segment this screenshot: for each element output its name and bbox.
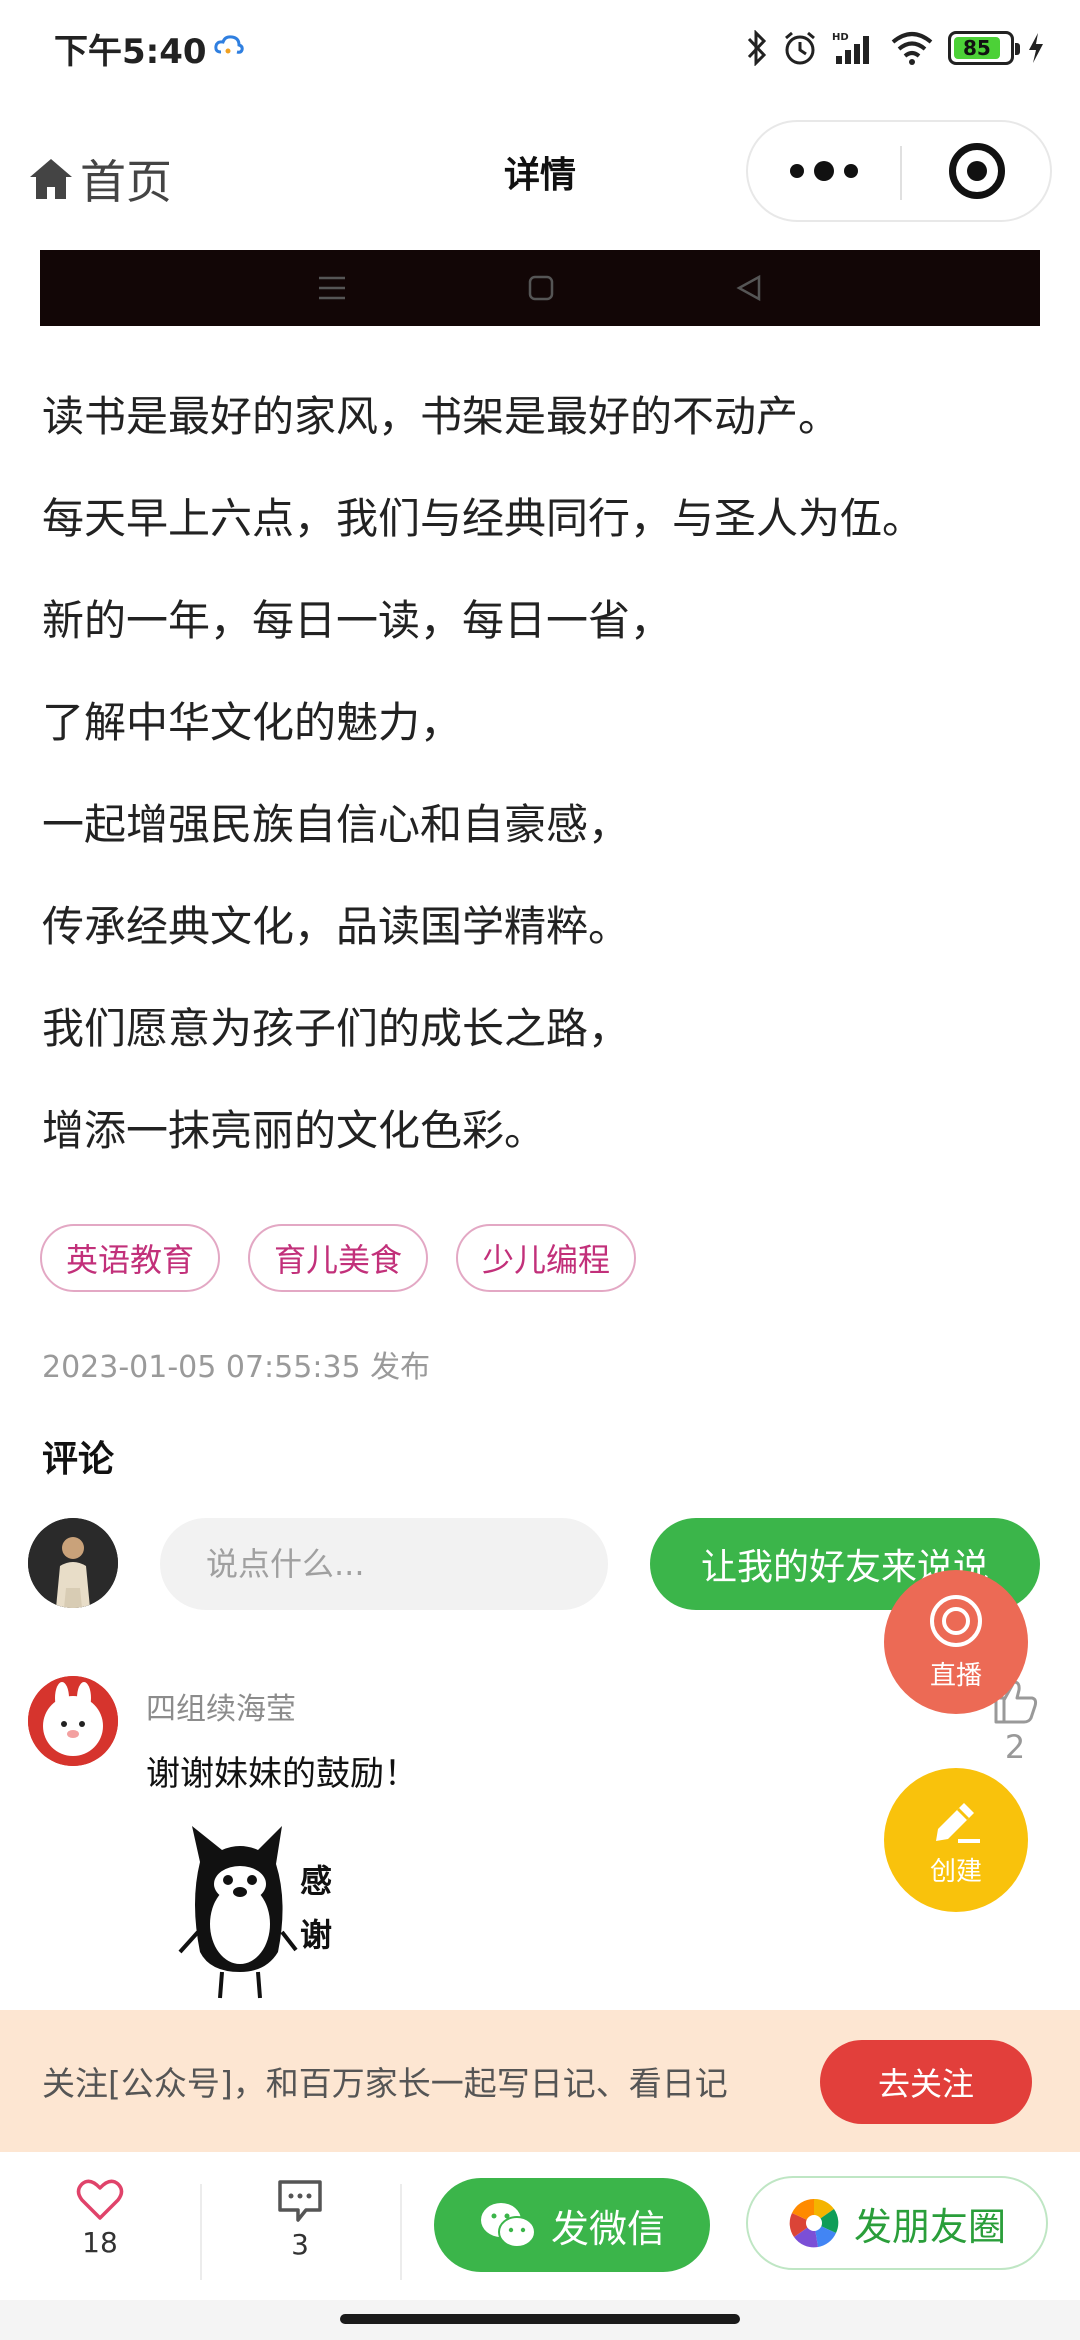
article-line: 每天早上六点，我们与经典同行，与圣人为伍。 [42,494,925,543]
share-moments-button[interactable]: 发朋友圈 [746,2176,1048,2270]
comment-button[interactable]: 3 [240,2178,360,2261]
moments-icon [789,2198,839,2248]
article-line: 增添一抹亮丽的文化色彩。 [42,1106,547,1155]
divider [400,2184,402,2280]
status-bar: 下午5:40 HD 85 [0,0,1080,96]
comment-author[interactable]: 四组续海莹 [146,1684,296,1728]
live-label: 直播 [929,1660,982,1691]
divider [200,2184,202,2280]
tag-english-education[interactable]: 英语教育 [40,1224,221,1292]
heart-icon [76,2179,124,2220]
follow-banner: 关注[公众号]，和百万家长一起写日记、看日记 去关注 [0,2010,1080,2152]
more-icon [790,164,804,178]
wechat-icon [480,2203,536,2248]
status-icons: HD 85 [746,26,1044,70]
article-line: 读书是最好的家风，书架是最好的不动产。 [42,392,841,441]
article-line: 一起增强民族自信心和自豪感， [42,800,631,849]
tag-parenting-food[interactable]: 育儿美食 [248,1224,429,1292]
tag-kids-coding[interactable]: 少儿编程 [456,1224,637,1292]
back-triangle-icon [736,274,761,302]
article-line: 传承经典文化，品读国学精粹。 [42,902,631,951]
bluetooth-icon [747,30,767,66]
comment-input[interactable] [160,1518,608,1610]
comment-icon [278,2180,322,2222]
live-button[interactable]: 直播 [884,1570,1028,1714]
commenter-avatar [28,1676,118,1766]
live-icon [930,1594,982,1647]
more-menu-button[interactable] [748,122,900,220]
wifi-icon [891,32,933,65]
thanks-sticker: 感 谢 [178,1826,332,1999]
comment-text: 谢谢妹妹的鼓励！ [146,1754,418,1794]
follow-text: 关注[公众号]，和百万家长一起写日记、看日记 [42,2064,728,2103]
battery-icon: 85 [948,31,1020,65]
pencil-icon [936,1802,980,1843]
comment-like-count: 2 [1004,1728,1026,1766]
create-button[interactable]: 创建 [884,1768,1028,1912]
article-line: 我们愿意为孩子们的成长之路， [42,1004,631,1053]
signal-icon: HD [832,32,869,64]
share-wechat-label: 发微信 [550,2206,665,2251]
square-icon [528,275,554,301]
status-time: 下午5:40 [54,32,207,72]
target-icon [949,143,1005,199]
close-mini-program-button[interactable] [902,122,1052,220]
comment-count: 3 [291,2228,309,2261]
article-line: 新的一年，每日一读，每日一省， [42,596,673,645]
article-line: 了解中华文化的魅力， [42,698,463,747]
sticker-text: 感 [300,1862,332,1900]
mini-program-capsule [746,120,1052,222]
bottom-action-bar: 18 3 发微信 发朋友圈 [0,2152,1080,2300]
menu-icon [319,276,345,300]
svg-text:HD: HD [832,32,849,43]
follow-button[interactable]: 去关注 [820,2040,1032,2124]
embedded-image [40,250,1040,326]
nav-bar: 首页 详情 [0,116,1080,226]
share-wechat-button[interactable]: 发微信 [434,2178,710,2272]
tag-list: 英语教育 育儿美食 少儿编程 [40,1224,637,1292]
like-button[interactable]: 18 [40,2178,160,2259]
comments-heading: 评论 [42,1439,115,1480]
cloud-sync-icon [214,35,244,54]
publish-time: 2023-01-05 07:55:35 发布 [42,1350,431,1385]
share-moments-label: 发朋友圈 [853,2204,1006,2249]
charging-icon [1029,33,1043,63]
home-indicator[interactable] [340,2314,740,2324]
current-user-avatar [28,1518,118,1608]
like-count: 18 [82,2226,118,2259]
create-label: 创建 [929,1856,982,1887]
article-body: 读书是最好的家风，书架是最好的不动产。 每天早上六点，我们与经典同行，与圣人为伍… [42,366,1042,1182]
alarm-icon [785,31,815,65]
battery-level: 85 [954,36,1000,60]
sticker-text: 谢 [300,1916,332,1954]
